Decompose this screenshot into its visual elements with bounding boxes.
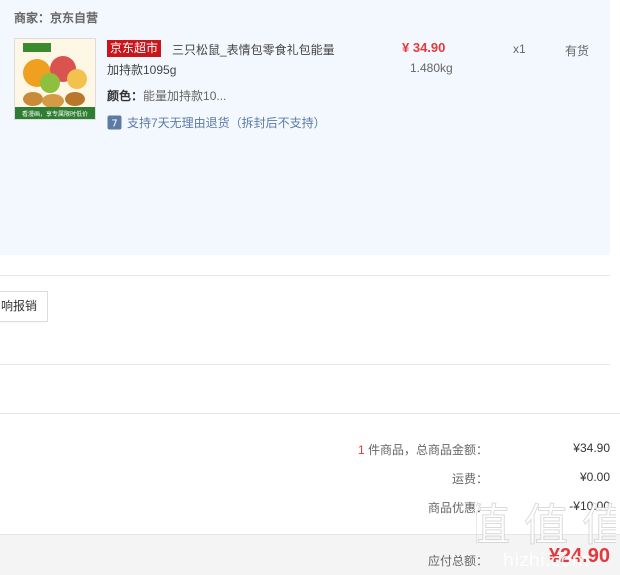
items-total-text: 件商品，总商品金额： [364, 443, 488, 457]
item-quantity: x1 [513, 42, 526, 56]
invoice-button[interactable]: 响报销 [0, 291, 49, 322]
divider [0, 413, 620, 414]
product-title-line2[interactable]: 加持款1095g [107, 61, 176, 78]
stock-status: 有货 [565, 44, 590, 58]
total-value: ¥24.90 [548, 545, 610, 567]
items-total-value: ¥34.90 [573, 441, 610, 455]
product-thumbnail[interactable]: 看漫画，享专属限时低价 [14, 38, 96, 120]
item-price: ¥ 34.90 [402, 40, 446, 55]
items-total-label: 1 件商品，总商品金额： [358, 441, 488, 458]
product-title-line1[interactable]: 三只松鼠_表情包零食礼包能量 [172, 41, 335, 58]
return-policy-text: 支持7天无理由退货（拆封后不支持） [127, 116, 326, 130]
return-7day-icon: 7 [107, 115, 122, 130]
shipping-label: 运费： [451, 472, 488, 486]
merchant-label: 商家：京东自营 [14, 11, 99, 25]
color-value: 能量加持款10... [143, 89, 227, 103]
discount-label: 商品优惠： [427, 501, 488, 515]
divider [0, 275, 610, 276]
total-label: 应付总额： [427, 554, 488, 568]
item-weight: 1.480kg [410, 61, 453, 75]
supermarket-tag: 京东超市 [107, 40, 162, 57]
thumbnail-caption: 看漫画，享专属限时低价 [22, 110, 88, 118]
return-policy[interactable]: 7 支持7天无理由退货（拆封后不支持） [107, 114, 326, 131]
total-bar [0, 534, 620, 575]
color-label: 颜色： [107, 89, 144, 103]
color-attribute: 颜色：能量加持款10... [107, 87, 226, 104]
divider [0, 364, 610, 365]
product-image: 看漫画，享专属限时低价 [15, 39, 95, 119]
svg-text:7: 7 [111, 119, 117, 130]
discount-value: -¥10.00 [569, 499, 610, 513]
item-count: 1 [357, 443, 365, 457]
shipping-value: ¥0.00 [579, 470, 610, 484]
